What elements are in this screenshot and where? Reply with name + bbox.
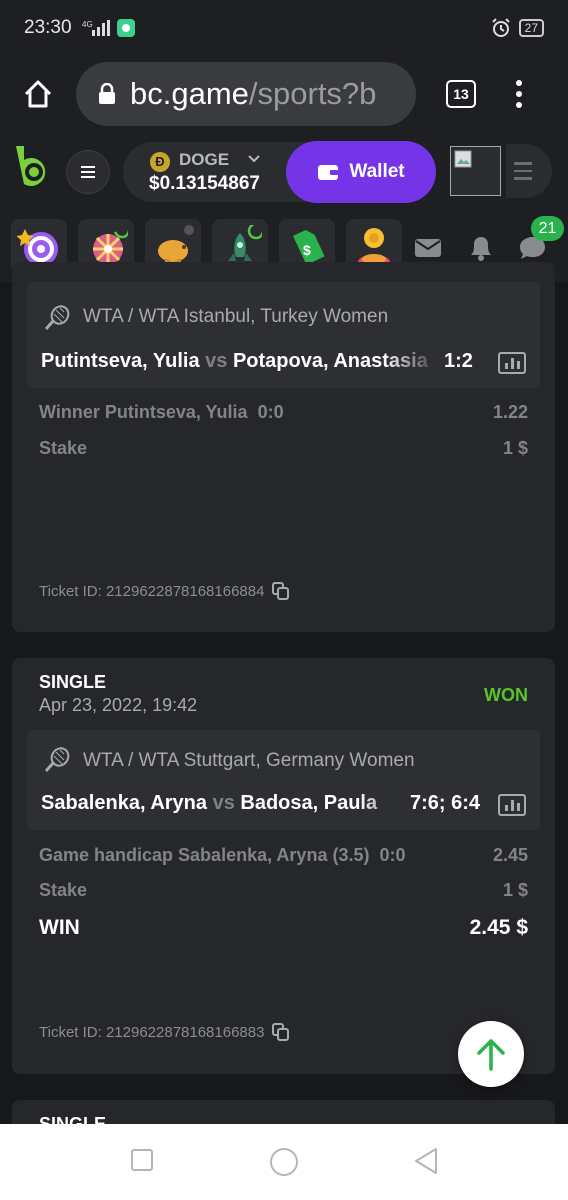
stake-value: 1 $ <box>502 438 528 458</box>
copy-icon[interactable] <box>272 1023 290 1041</box>
menu-button[interactable] <box>66 150 110 194</box>
ticket-id-text: Ticket ID: 2129622878168166883 <box>39 1023 265 1041</box>
arrow-up-icon <box>477 1039 505 1071</box>
market-label: Game handicap Sabalenka, Aryna (3.5) 0:0 <box>39 845 406 866</box>
avatar[interactable] <box>450 146 501 196</box>
bc-logo[interactable] <box>14 144 52 192</box>
odds-value: 1.22 <box>492 402 528 422</box>
stats-icon[interactable] <box>498 794 526 816</box>
away-team: Badosa, Paula <box>240 792 378 814</box>
recents-icon[interactable] <box>130 1148 154 1172</box>
broken-image-icon <box>454 150 472 168</box>
win-amount: 2.45 $ <box>469 916 528 939</box>
home-icon <box>24 80 52 108</box>
wallet-icon <box>318 165 339 180</box>
back-icon[interactable] <box>412 1146 440 1176</box>
stake-label: Stake <box>39 438 88 458</box>
site-header: Ð DOGE $0.13154867 Wallet <box>0 132 568 212</box>
league-name: WTA / WTA Stuttgart, Germany Women <box>83 750 415 771</box>
market-score: 0:0 <box>257 402 284 422</box>
url-text: bc.game/sports?b <box>130 76 376 112</box>
tabs-button[interactable]: 13 <box>446 80 476 108</box>
vs-label: vs <box>205 350 228 372</box>
bet-type: SINGLE <box>39 672 107 692</box>
ticket-id: Ticket ID: 2129622878168166884 <box>39 582 290 600</box>
url-host: bc.game <box>130 76 249 111</box>
bet-card: WTA / WTA Istanbul, Turkey Women Putints… <box>12 262 555 632</box>
wallet-button[interactable]: Wallet <box>286 141 436 203</box>
scroll-top-button[interactable] <box>458 1021 524 1087</box>
tennis-icon <box>44 747 70 772</box>
android-nav-bar <box>0 1124 568 1200</box>
lock-icon <box>99 83 115 104</box>
more-icon[interactable] <box>516 80 522 108</box>
doge-coin-icon: Ð <box>150 152 170 172</box>
home-team: Putintseva, Yulia <box>41 350 200 372</box>
bet-card: SINGLE Apr 23, 2022, 19:42 WON WTA / WTA… <box>12 658 555 1074</box>
match-teams: Sabalenka, Aryna vs Badosa, Paula <box>41 792 411 815</box>
wallet-label: Wallet <box>349 161 405 182</box>
win-label: WIN <box>39 916 80 939</box>
ticket-id: Ticket ID: 2129622878168166883 <box>39 1023 290 1041</box>
status-time: 23:30 <box>24 17 72 38</box>
market-label: Winner Putintseva, Yulia 0:0 <box>39 402 284 423</box>
market-name: Game handicap Sabalenka, Aryna (3.5) <box>39 845 370 865</box>
match-teams: Putintseva, Yulia vs Potapova, Anastasia <box>41 350 439 373</box>
home-button[interactable] <box>0 56 76 132</box>
stake-value: 1 $ <box>502 880 528 900</box>
bet-date: Apr 23, 2022, 19:42 <box>39 695 198 715</box>
match-box[interactable]: WTA / WTA Istanbul, Turkey Women Putints… <box>27 282 540 388</box>
svg-text:$: $ <box>303 242 311 258</box>
chevron-down-icon <box>248 155 260 163</box>
match-score: 7:6; 6:4 <box>410 792 481 814</box>
market-score: 0:0 <box>379 845 406 865</box>
address-bar[interactable]: bc.game/sports?b <box>76 62 416 126</box>
match-score: 1:2 <box>444 350 473 372</box>
bell-icon <box>471 237 491 261</box>
home-nav-icon[interactable] <box>269 1147 299 1177</box>
odds-value: 2.45 <box>492 845 528 865</box>
status-bar: 23:30 4G 27 <box>0 0 568 56</box>
status-icons-right: 27 <box>491 18 544 38</box>
away-team: Potapova, Anastasia <box>232 350 428 372</box>
currency-name: DOGE <box>179 150 230 169</box>
mail-icon <box>415 239 441 257</box>
stake-label: Stake <box>39 880 88 900</box>
stats-icon[interactable] <box>498 352 526 374</box>
balance-amount: $0.13154867 <box>149 173 260 194</box>
status-icons-left: 4G <box>82 18 136 38</box>
url-path: /sports?b <box>248 76 377 111</box>
menu-icon <box>81 166 95 178</box>
ticket-id-text: Ticket ID: 2129622878168166884 <box>39 582 265 600</box>
alarm-icon <box>491 18 510 37</box>
signal-icon: 4G <box>82 20 110 36</box>
market-name: Winner Putintseva, Yulia <box>39 402 248 422</box>
header-menu-button[interactable] <box>506 144 552 198</box>
status-badge: WON <box>484 685 528 705</box>
home-team: Sabalenka, Aryna <box>41 792 208 814</box>
app-notification-icon <box>116 19 135 37</box>
league-name: WTA / WTA Istanbul, Turkey Women <box>83 306 389 327</box>
svg-text:4G: 4G <box>82 20 93 29</box>
tennis-icon <box>44 305 70 330</box>
battery-icon: 27 <box>518 19 544 37</box>
chat-badge: 21 <box>531 216 564 241</box>
vs-label: vs <box>212 792 235 814</box>
browser-toolbar: bc.game/sports?b 13 <box>0 56 568 132</box>
copy-icon[interactable] <box>272 582 290 600</box>
match-box[interactable]: WTA / WTA Stuttgart, Germany Women Sabal… <box>27 730 540 830</box>
